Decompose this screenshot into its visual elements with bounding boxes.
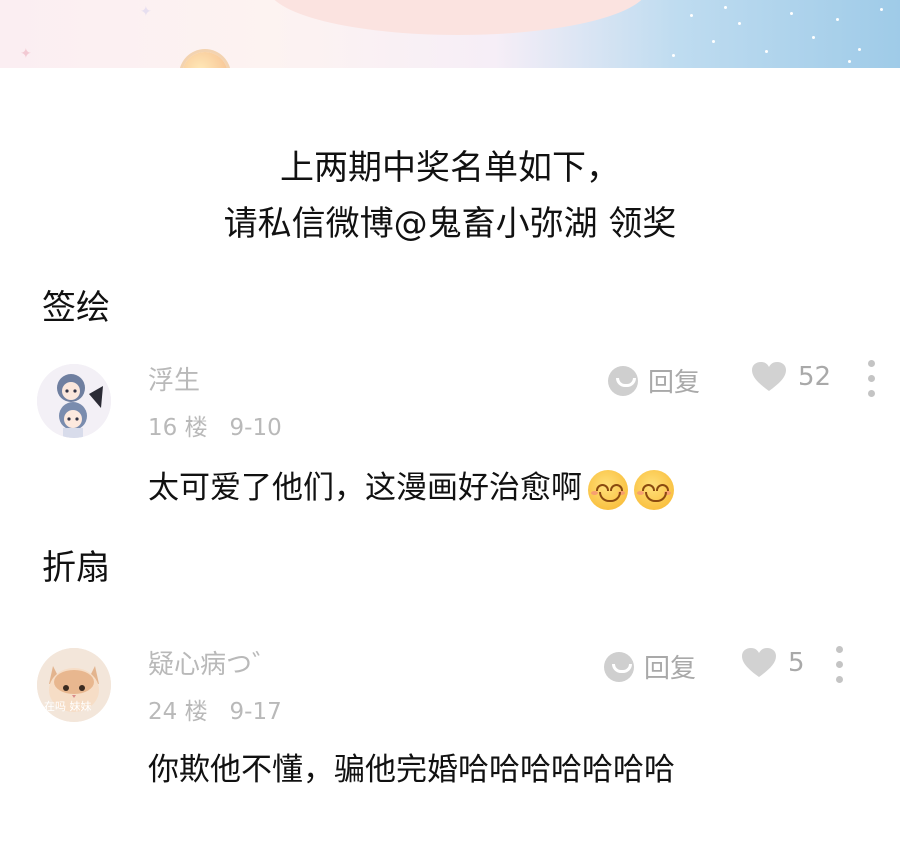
like-button[interactable]: 5 (742, 648, 805, 678)
comment-username[interactable]: 疑心病つ゛ (148, 644, 278, 681)
banner-cloud-shape (268, 0, 648, 35)
star-dot (880, 8, 883, 11)
comment-date: 9-10 (229, 415, 282, 441)
avatar[interactable] (37, 364, 111, 438)
like-count: 52 (798, 362, 832, 392)
comment-text: 你欺他不懂，骗他完婚哈哈哈哈哈哈哈 (148, 752, 675, 788)
more-options-icon[interactable] (834, 646, 844, 691)
smiling-face-emoji-icon (588, 469, 628, 510)
star-dot (672, 54, 675, 57)
avatar-caption: 在吗 妹妹 (44, 700, 92, 713)
star-dot (790, 12, 793, 15)
like-button[interactable]: 52 (752, 362, 831, 392)
comment-text: 太可爱了他们，这漫画好治愈啊 (148, 462, 674, 510)
reply-bubble-icon (604, 651, 634, 682)
like-count: 5 (788, 648, 805, 678)
star-dot (858, 48, 861, 51)
prize-label-signed-drawing: 签绘 (42, 288, 110, 328)
comment-date: 9-17 (229, 699, 282, 725)
heart-icon (752, 362, 786, 391)
star-dot (690, 14, 693, 17)
reply-button[interactable]: 回复 (608, 362, 700, 399)
reply-bubble-icon (608, 365, 638, 396)
sparkle-icon: ✦ (20, 46, 32, 62)
star-dot (848, 60, 851, 63)
comment-floor: 16 楼 (148, 415, 208, 441)
announcement-line-2: 请私信微博@鬼畜小弥湖 领奖 (223, 204, 677, 244)
avatar[interactable]: 在吗 妹妹 (37, 648, 111, 722)
prize-label-folding-fan: 折扇 (42, 548, 110, 588)
star-dot (712, 40, 715, 43)
sparkle-icon: ✦ (140, 4, 152, 20)
more-options-icon[interactable] (866, 360, 876, 405)
reply-label: 回复 (644, 654, 697, 684)
reply-button[interactable]: 回复 (604, 648, 696, 685)
comment-meta: 24 楼 9-17 (148, 692, 282, 726)
comment-floor: 24 楼 (148, 699, 208, 725)
star-dot (765, 50, 768, 53)
smiling-face-emoji-icon (634, 469, 674, 510)
announcement-line-1: 上两期中奖名单如下， (280, 148, 620, 188)
anime-chibi-avatar-icon (37, 364, 111, 438)
winner-announcement: 上两期中奖名单如下， 请私信微博@鬼畜小弥湖 领奖 (0, 140, 900, 252)
header-banner: ✦ ✦ (0, 0, 900, 68)
heart-icon (742, 648, 776, 677)
comment-username[interactable]: 浮生 (148, 360, 200, 397)
star-dot (812, 36, 815, 39)
comment-meta: 16 楼 9-10 (148, 408, 282, 442)
star-dot (738, 22, 741, 25)
comment-text-content: 太可爱了他们，这漫画好治愈啊 (148, 470, 582, 506)
star-dot (724, 6, 727, 9)
star-dot (836, 18, 839, 21)
planet-icon (182, 52, 228, 68)
reply-label: 回复 (648, 368, 701, 398)
